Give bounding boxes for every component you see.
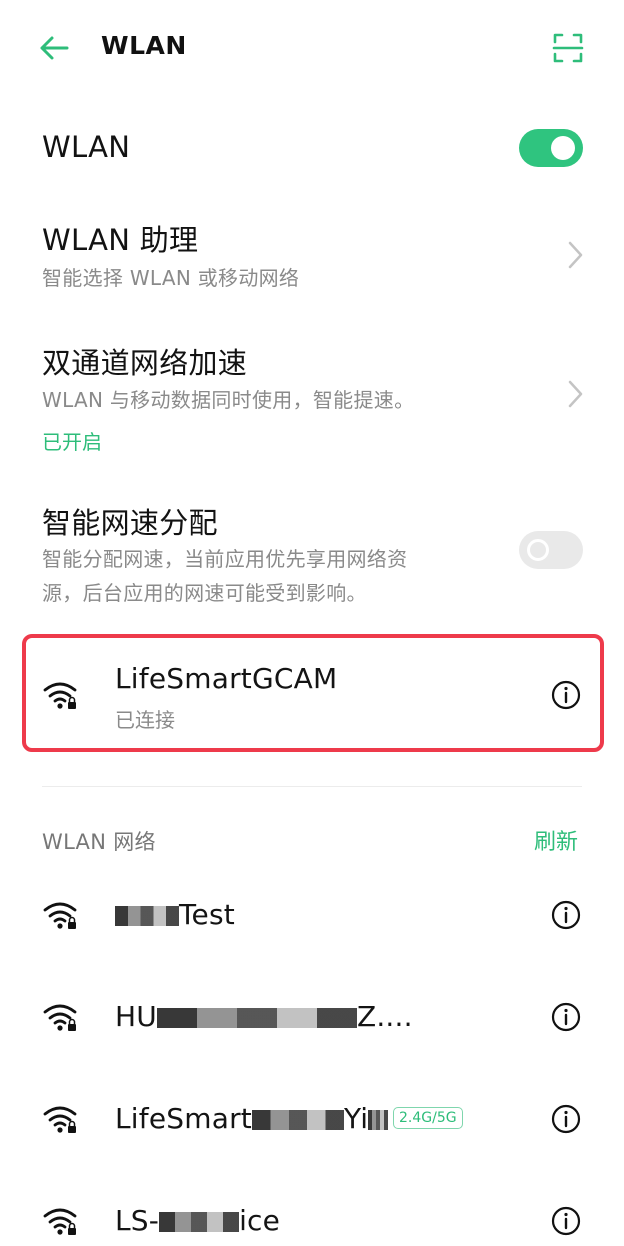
- divider: [42, 786, 582, 787]
- smart-speed-toggle[interactable]: [519, 531, 583, 569]
- smart-speed-subtitle-line2: 源，后台应用的网速可能受到影响。: [42, 581, 367, 605]
- dual-channel-subtitle: WLAN 与移动数据同时使用，智能提速。: [42, 388, 415, 412]
- wlan-toggle-label: WLAN: [42, 130, 131, 164]
- chevron-right-icon: [568, 380, 583, 408]
- wlan-toggle[interactable]: [519, 129, 583, 167]
- redacted-block: [251, 1110, 344, 1130]
- toggle-knob: [527, 539, 549, 561]
- dual-channel-row[interactable]: 双通道网络加速 WLAN 与移动数据同时使用，智能提速。 已开启: [0, 330, 624, 460]
- redacted-block: [159, 1212, 240, 1232]
- network-list-item[interactable]: LS-ice: [0, 1176, 624, 1246]
- networks-section-title: WLAN 网络: [42, 830, 156, 854]
- smart-speed-title: 智能网速分配: [42, 506, 218, 540]
- network-list-item[interactable]: HU Z....: [0, 972, 624, 1064]
- scan-qr-icon: [552, 33, 584, 63]
- arrow-left-icon: [40, 36, 69, 60]
- network-name-text: Test: [179, 898, 235, 931]
- wifi-locked-icon: [43, 1106, 77, 1133]
- wlan-assistant-subtitle: 智能选择 WLAN 或移动网络: [42, 266, 300, 290]
- network-name-prefix: LS-: [115, 1204, 160, 1237]
- connected-network-name: LifeSmartGCAM: [115, 662, 338, 695]
- back-button[interactable]: [36, 30, 72, 66]
- network-name-suffix: ice: [239, 1204, 281, 1237]
- wifi-locked-icon: [43, 902, 77, 929]
- refresh-button[interactable]: 刷新: [534, 824, 578, 856]
- network-list-item[interactable]: Test: [0, 870, 624, 962]
- network-list-item[interactable]: LifeSmart Yi 2.4G/5G: [0, 1074, 624, 1166]
- page-title: WLAN: [101, 31, 187, 60]
- wifi-locked-icon: [43, 1004, 77, 1031]
- dual-channel-status: 已开启: [42, 430, 102, 454]
- wifi-locked-icon: [43, 1208, 77, 1235]
- network-name-prefix: HU: [115, 1000, 157, 1033]
- network-name: LS-ice: [115, 1204, 280, 1237]
- smart-speed-subtitle-line1: 智能分配网速，当前应用优先享用网络资: [42, 547, 408, 571]
- band-badge: 2.4G/5G: [393, 1107, 463, 1129]
- info-icon[interactable]: [551, 1002, 581, 1032]
- wlan-assistant-title: WLAN 助理: [42, 223, 199, 257]
- network-name: LifeSmart Yi: [115, 1102, 389, 1135]
- network-name-prefix: LifeSmart: [115, 1102, 252, 1135]
- dual-channel-title: 双通道网络加速: [42, 346, 248, 380]
- wifi-locked-icon: [43, 682, 77, 709]
- info-icon[interactable]: [551, 680, 581, 710]
- redacted-block: [156, 1008, 357, 1028]
- connected-network-status: 已连接: [115, 708, 175, 732]
- network-name: HU Z....: [115, 1000, 413, 1033]
- redacted-block: [368, 1110, 389, 1130]
- info-icon[interactable]: [551, 1104, 581, 1134]
- wlan-assistant-row[interactable]: WLAN 助理 智能选择 WLAN 或移动网络: [0, 205, 624, 305]
- info-icon[interactable]: [551, 900, 581, 930]
- network-name-suffix: Z....: [356, 1000, 413, 1033]
- connected-network-row[interactable]: LifeSmartGCAM 已连接: [26, 638, 600, 748]
- network-name-suffix: Yi: [343, 1102, 369, 1135]
- toggle-knob: [551, 136, 575, 160]
- redacted-block: [115, 906, 179, 926]
- info-icon[interactable]: [551, 1206, 581, 1236]
- chevron-right-icon: [568, 241, 583, 269]
- scan-button[interactable]: [550, 30, 586, 66]
- network-name: Test: [115, 898, 235, 931]
